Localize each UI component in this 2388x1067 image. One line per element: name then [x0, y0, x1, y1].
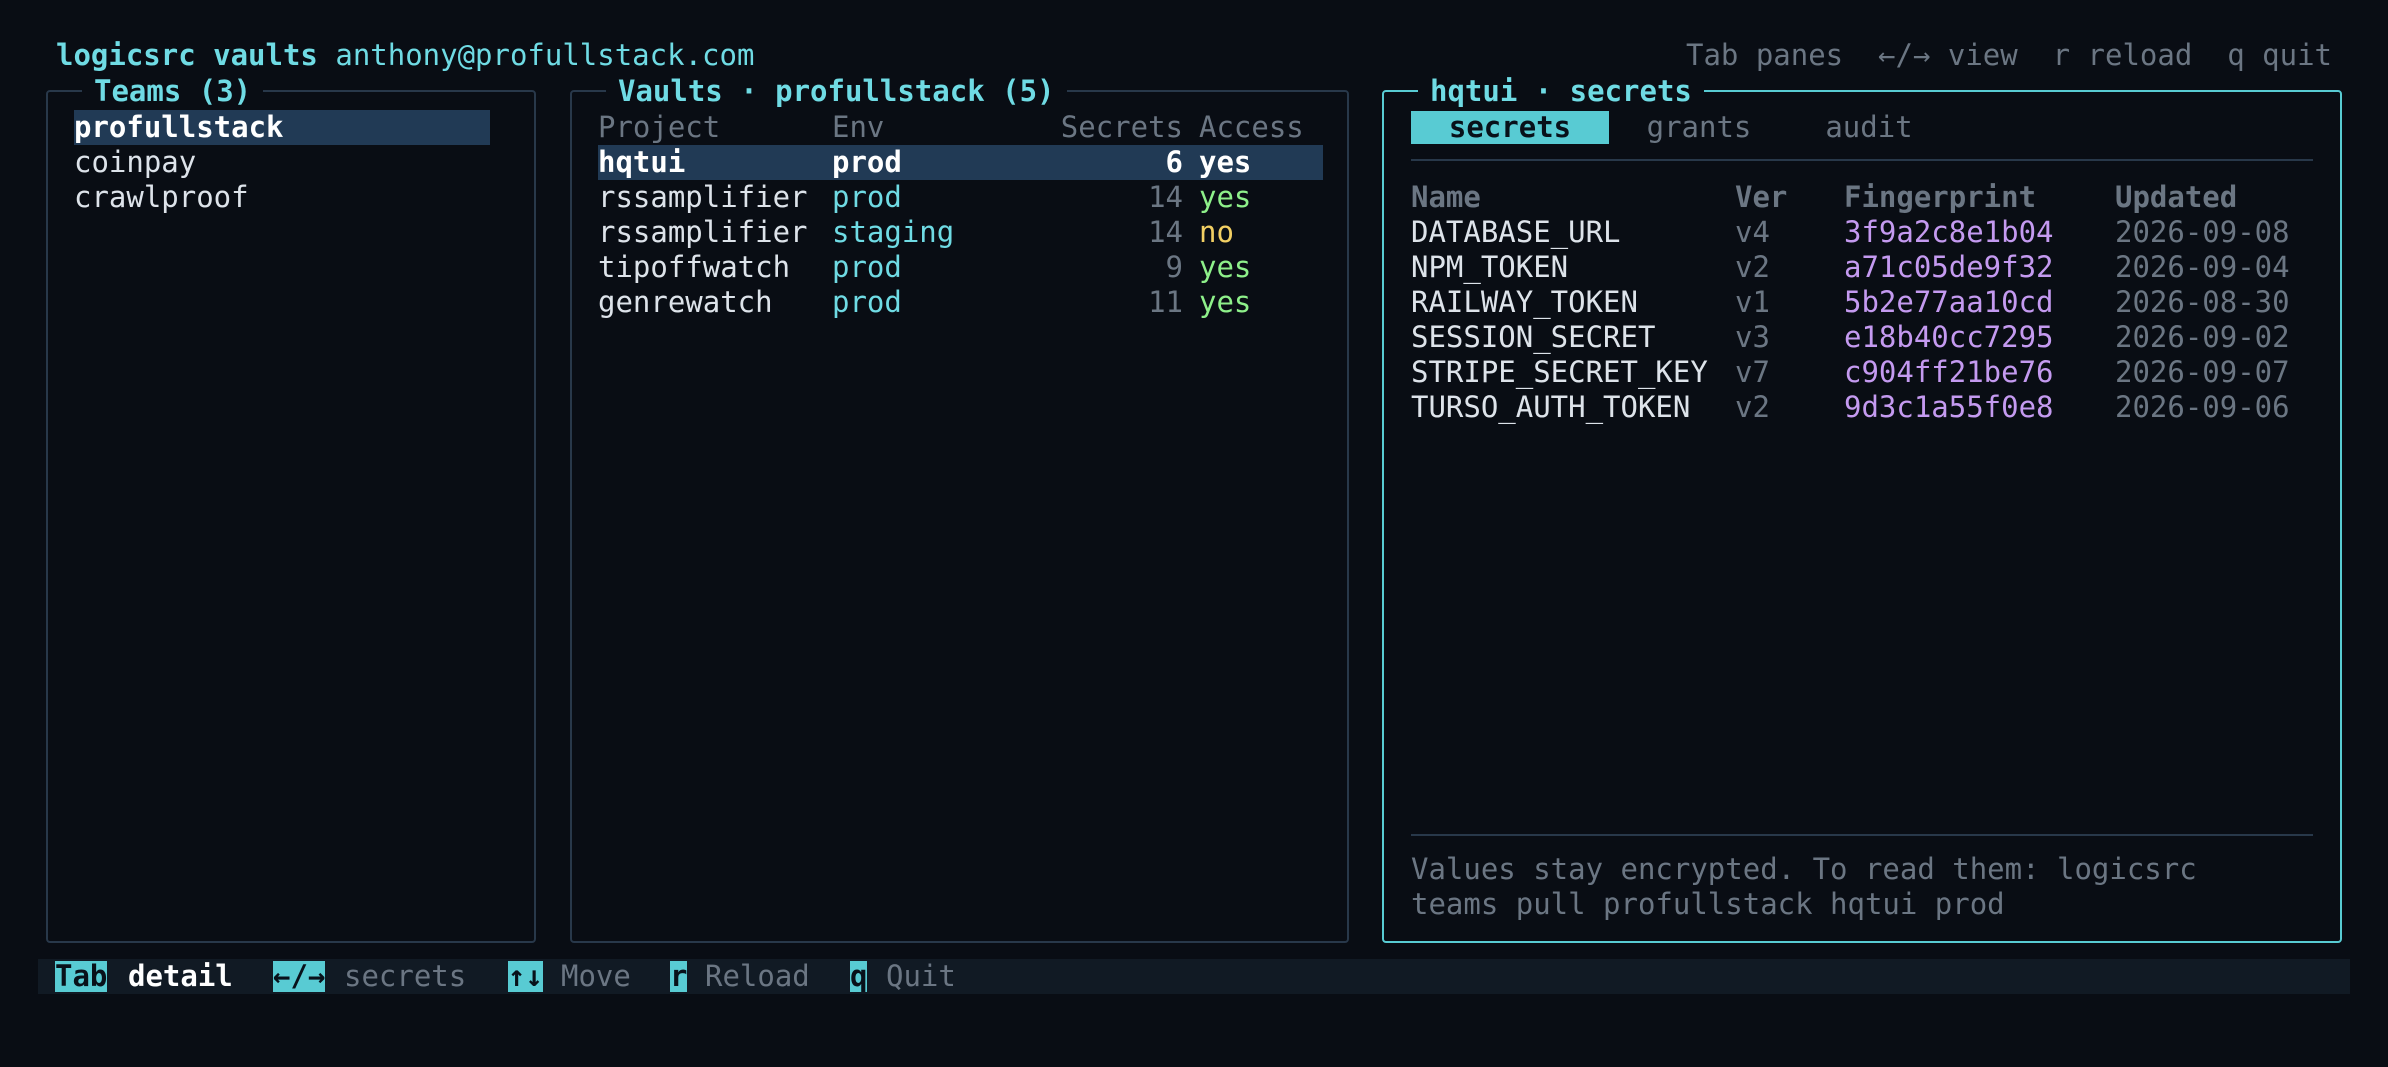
secret-row[interactable]: STRIPE_SECRET_KEY v7 c904ff21be76 2026-0… — [1411, 355, 2311, 390]
secret-name: TURSO_AUTH_TOKEN — [1411, 390, 1691, 424]
key-left-right: ←/→ — [273, 959, 326, 993]
key-q: q — [850, 959, 868, 993]
key-q-label: Quit — [886, 959, 956, 993]
vault-project: genrewatch — [598, 285, 773, 319]
app-title: logicsrc vaults — [56, 38, 318, 72]
secret-row[interactable]: SESSION_SECRET v3 e18b40cc7295 2026-09-0… — [1411, 320, 2311, 355]
column-header-name: Name — [1411, 180, 1481, 214]
tab-audit[interactable]: audit — [1814, 111, 1924, 144]
secret-version: v7 — [1735, 355, 1770, 389]
vault-secret-count: 14 — [1148, 180, 1183, 214]
secret-updated: 2026-09-04 — [2115, 250, 2290, 284]
secret-fingerprint: 9d3c1a55f0e8 — [1844, 390, 2054, 424]
secret-version: v2 — [1735, 250, 1770, 284]
column-header-ver: Ver — [1735, 180, 1788, 214]
secret-updated: 2026-09-02 — [2115, 320, 2290, 354]
vault-secret-count: 6 — [1165, 145, 1183, 179]
encryption-note: Values stay encrypted. To read them: log… — [1411, 852, 2197, 922]
vaults-table-header: Project Env Secrets Access — [598, 110, 1323, 145]
secret-updated: 2026-09-07 — [2115, 355, 2290, 389]
secret-name: DATABASE_URL — [1411, 215, 1621, 249]
column-header-secrets: Secrets — [1060, 110, 1183, 144]
column-header-env: Env — [832, 110, 885, 144]
secret-name: RAILWAY_TOKEN — [1411, 285, 1638, 319]
key-hint-bar: Tab detail ←/→ secrets ↑↓ Move r Reload … — [38, 959, 2350, 994]
teams-panel-title: Teams (3) — [82, 74, 264, 109]
secret-version: v4 — [1735, 215, 1770, 249]
secret-updated: 2026-09-06 — [2115, 390, 2290, 424]
vault-access: yes — [1199, 180, 1252, 214]
vault-row[interactable]: rssamplifier prod 14 yes — [598, 180, 1323, 215]
secret-row[interactable]: DATABASE_URL v4 3f9a2c8e1b04 2026-09-08 — [1411, 215, 2311, 250]
column-header-access: Access — [1199, 110, 1304, 144]
tab-secrets[interactable]: secrets — [1411, 111, 1609, 144]
tab-divider — [1411, 159, 2313, 161]
column-header-project: Project — [598, 110, 721, 144]
secret-updated: 2026-08-30 — [2115, 285, 2290, 319]
teams-panel[interactable]: Teams (3) profullstack coinpay crawlproo… — [46, 74, 536, 943]
secret-version: v2 — [1735, 390, 1770, 424]
vault-secret-count: 14 — [1148, 215, 1183, 249]
encryption-note-line: Values stay encrypted. To read them: log… — [1411, 852, 2197, 886]
vaults-panel[interactable]: Vaults · profullstack (5) Project Env Se… — [570, 74, 1349, 943]
user-email: anthony@profullstack.com — [335, 38, 755, 72]
vaults-panel-title: Vaults · profullstack (5) — [606, 74, 1067, 109]
team-item[interactable]: coinpay — [74, 145, 490, 180]
secret-name: STRIPE_SECRET_KEY — [1411, 355, 1708, 389]
column-header-updated: Updated — [2115, 180, 2238, 214]
team-item[interactable]: crawlproof — [74, 180, 490, 215]
vault-project: rssamplifier — [598, 215, 808, 249]
secret-row[interactable]: NPM_TOKEN v2 a71c05de9f32 2026-09-04 — [1411, 250, 2311, 285]
detail-panel[interactable]: hqtui · secrets secrets grants audit Nam… — [1382, 74, 2342, 943]
secret-fingerprint: 3f9a2c8e1b04 — [1844, 215, 2054, 249]
secret-version: v1 — [1735, 285, 1770, 319]
vault-row[interactable]: tipoffwatch prod 9 yes — [598, 250, 1323, 285]
app-header: logicsrc vaults anthony@profullstack.com — [56, 38, 754, 73]
secret-version: v3 — [1735, 320, 1770, 354]
note-divider — [1411, 834, 2313, 836]
encryption-note-line: teams pull profullstack hqtui prod — [1411, 887, 2005, 921]
secret-fingerprint: 5b2e77aa10cd — [1844, 285, 2054, 319]
vault-row[interactable]: rssamplifier staging 14 no — [598, 215, 1323, 250]
key-tab-label: detail — [128, 959, 233, 993]
key-up-down-label: Move — [561, 959, 631, 993]
header-key-hints: Tab panes ←/→ view r reload q quit — [1685, 38, 2332, 72]
vault-access: yes — [1199, 285, 1252, 319]
key-tab: Tab — [55, 959, 108, 993]
vault-access: no — [1199, 215, 1234, 249]
detail-panel-title: hqtui · secrets — [1418, 74, 1704, 109]
secret-row[interactable]: TURSO_AUTH_TOKEN v2 9d3c1a55f0e8 2026-09… — [1411, 390, 2311, 425]
vault-access: yes — [1199, 145, 1252, 179]
key-r: r — [670, 959, 688, 993]
vault-secret-count: 9 — [1165, 250, 1183, 284]
column-header-fingerprint: Fingerprint — [1844, 180, 2037, 214]
secrets-table-header: Name Ver Fingerprint Updated — [1411, 180, 2311, 215]
key-r-label: Reload — [705, 959, 810, 993]
vault-row[interactable]: genrewatch prod 11 yes — [598, 285, 1323, 320]
secret-fingerprint: e18b40cc7295 — [1844, 320, 2054, 354]
vault-project: hqtui — [598, 145, 686, 179]
key-up-down: ↑↓ — [508, 959, 543, 993]
secret-name: SESSION_SECRET — [1411, 320, 1656, 354]
secret-name: NPM_TOKEN — [1411, 250, 1569, 284]
vault-project: tipoffwatch — [598, 250, 791, 284]
vault-project: rssamplifier — [598, 180, 808, 214]
secret-fingerprint: c904ff21be76 — [1844, 355, 2054, 389]
vault-access: yes — [1199, 250, 1252, 284]
vault-secret-count: 11 — [1148, 285, 1183, 319]
secret-row[interactable]: RAILWAY_TOKEN v1 5b2e77aa10cd 2026-08-30 — [1411, 285, 2311, 320]
team-item[interactable]: profullstack — [74, 110, 490, 145]
secret-updated: 2026-09-08 — [2115, 215, 2290, 249]
vault-row[interactable]: hqtui prod 6 yes — [598, 145, 1323, 180]
tab-grants[interactable]: grants — [1634, 111, 1764, 144]
key-left-right-label: secrets — [344, 959, 467, 993]
secret-fingerprint: a71c05de9f32 — [1844, 250, 2054, 284]
